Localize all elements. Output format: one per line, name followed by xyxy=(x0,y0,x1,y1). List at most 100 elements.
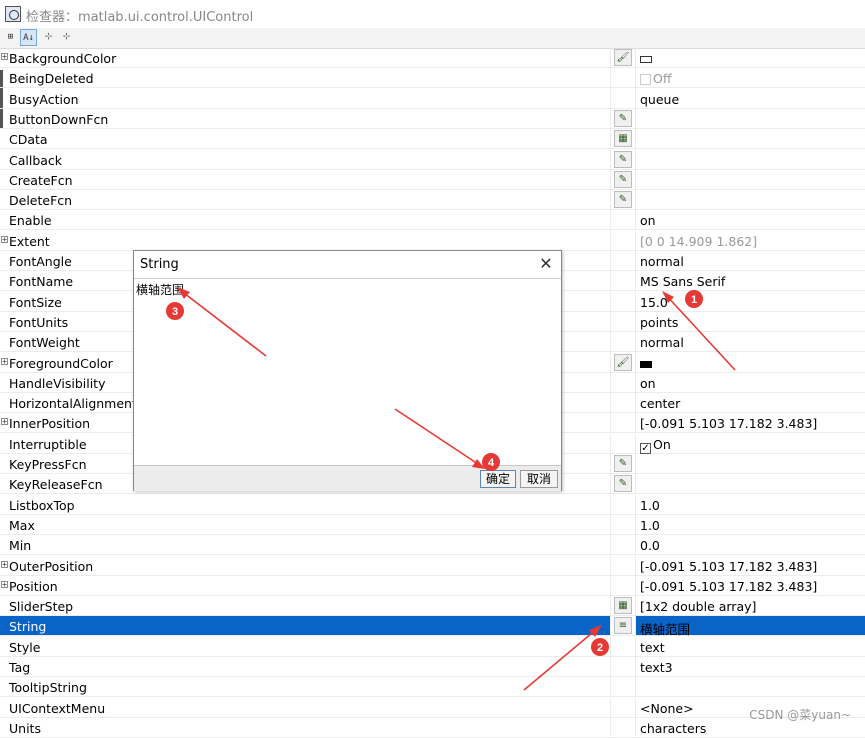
property-value[interactable]: <None> xyxy=(640,701,694,716)
property-value[interactable]: characters xyxy=(640,721,706,736)
property-name: CData xyxy=(9,132,48,147)
property-row-max[interactable]: Max 1.0 xyxy=(0,515,865,535)
close-icon[interactable]: ✕ xyxy=(537,255,555,273)
property-name: FontSize xyxy=(9,295,62,310)
property-value[interactable]: on xyxy=(640,376,656,391)
property-row-sliderstep[interactable]: SliderStep ▦ [1x2 double array] xyxy=(0,596,865,616)
property-row-enable[interactable]: Enable on xyxy=(0,210,865,230)
property-row-cdata[interactable]: CData ▦ xyxy=(0,129,865,149)
property-row-style[interactable]: Style text xyxy=(0,637,865,657)
expand-toggle-icon[interactable]: + xyxy=(1,358,8,366)
property-value[interactable]: [-0.091 5.103 17.182 3.483] xyxy=(640,559,817,574)
property-name: Position xyxy=(9,579,58,594)
expand-toggle-icon[interactable]: + xyxy=(1,581,8,589)
property-name: Max xyxy=(9,518,35,533)
editor-cell xyxy=(610,89,636,108)
property-value[interactable]: on xyxy=(640,213,656,228)
property-value[interactable]: MS Sans Serif xyxy=(640,274,725,289)
property-row-position[interactable]: + Position [-0.091 5.103 17.182 3.483] xyxy=(0,576,865,596)
property-value-text: [-0.091 5.103 17.182 3.483] xyxy=(640,579,818,594)
property-value[interactable] xyxy=(640,356,655,371)
property-value-text: [1x2 double array] xyxy=(640,599,757,614)
editor-cell xyxy=(610,68,636,87)
property-value[interactable]: queue xyxy=(640,92,679,107)
property-value[interactable]: ✓ On xyxy=(640,437,671,454)
editor-cell xyxy=(610,657,636,676)
property-value-text: 0.0 xyxy=(640,538,660,553)
string-textarea[interactable]: 横轴范围 xyxy=(136,281,184,298)
editor-cell xyxy=(610,251,636,270)
collapse-all-button[interactable]: ⊹ xyxy=(58,29,75,46)
color-editor-icon[interactable]: 🖌 xyxy=(614,354,632,371)
property-row-extent[interactable]: + Extent [0 0 14.909 1.862] xyxy=(0,231,865,251)
property-value-text: 1.0 xyxy=(640,498,660,513)
property-row-buttondownfcn[interactable]: ButtonDownFcn ✎ xyxy=(0,109,865,129)
property-value-text: On xyxy=(653,437,671,452)
property-row-uicontextmenu[interactable]: UIContextMenu <None> xyxy=(0,698,865,718)
property-value-text: text3 xyxy=(640,660,673,675)
array-editor-icon[interactable]: ▦ xyxy=(614,130,632,147)
property-value[interactable]: [-0.091 5.103 17.182 3.483] xyxy=(640,416,817,431)
editor-cell xyxy=(610,271,636,290)
sort-alphabetical-button[interactable]: A↓ xyxy=(20,29,37,46)
property-row-units[interactable]: Units characters xyxy=(0,718,865,738)
property-value[interactable]: [0 0 14.909 1.862] xyxy=(640,234,757,249)
property-row-deletefcn[interactable]: DeleteFcn ✎ xyxy=(0,190,865,210)
property-value[interactable]: 横轴范围 xyxy=(640,619,690,638)
property-row-busyaction[interactable]: BusyAction queue xyxy=(0,89,865,109)
fcn-editor-icon[interactable]: ✎ xyxy=(614,191,632,208)
property-row-outerposition[interactable]: + OuterPosition [-0.091 5.103 17.182 3.483… xyxy=(0,556,865,576)
property-value[interactable]: Off xyxy=(640,71,671,86)
ok-button[interactable]: 确定 xyxy=(480,470,516,488)
property-row-tag[interactable]: Tag text3 xyxy=(0,657,865,677)
property-value[interactable]: normal xyxy=(640,254,684,269)
expand-all-button[interactable]: ⊹ xyxy=(40,29,57,46)
property-value-text: 1.0 xyxy=(640,518,660,533)
property-name: ForegroundColor xyxy=(9,356,113,371)
text-editor-icon[interactable]: ≡ xyxy=(614,617,632,634)
property-row-backgroundcolor[interactable]: + BackgroundColor 🖌 xyxy=(0,48,865,68)
property-value[interactable]: points xyxy=(640,315,678,330)
fcn-editor-icon[interactable]: ✎ xyxy=(614,475,632,492)
property-value[interactable] xyxy=(640,51,655,66)
property-name: ListboxTop xyxy=(9,498,75,513)
expand-toggle-icon[interactable]: + xyxy=(1,236,8,244)
property-name: String xyxy=(9,619,47,634)
property-value[interactable]: 1.0 xyxy=(640,518,660,533)
property-row-listboxtop[interactable]: ListboxTop 1.0 xyxy=(0,495,865,515)
color-editor-icon[interactable]: 🖌 xyxy=(614,49,632,66)
property-row-callback[interactable]: Callback ✎ xyxy=(0,150,865,170)
checkbox[interactable]: ✓ xyxy=(640,443,651,454)
editor-cell xyxy=(610,393,636,412)
checkbox[interactable] xyxy=(640,74,651,85)
fcn-editor-icon[interactable]: ✎ xyxy=(614,151,632,168)
expand-toggle-icon[interactable]: + xyxy=(1,561,8,569)
expand-toggle-icon[interactable]: + xyxy=(1,53,8,61)
property-row-beingdeleted[interactable]: BeingDeleted Off xyxy=(0,68,865,88)
property-row-tooltipstring[interactable]: TooltipString xyxy=(0,677,865,697)
property-value[interactable]: [1x2 double array] xyxy=(640,599,756,614)
property-name: BackgroundColor xyxy=(9,51,117,66)
property-value[interactable]: text3 xyxy=(640,660,673,675)
property-row-min[interactable]: Min 0.0 xyxy=(0,535,865,555)
property-value[interactable]: text xyxy=(640,640,665,655)
fcn-editor-icon[interactable]: ✎ xyxy=(614,455,632,472)
editor-cell: 🖌 xyxy=(610,48,636,67)
array-editor-icon[interactable]: ▦ xyxy=(614,597,632,614)
sort-by-category-button[interactable]: ⊞ xyxy=(2,29,19,46)
property-row-string[interactable]: String ≡ 横轴范围 xyxy=(0,616,865,638)
property-value[interactable]: normal xyxy=(640,335,684,350)
fcn-editor-icon[interactable]: ✎ xyxy=(614,110,632,127)
property-value[interactable]: 15.0 xyxy=(640,295,668,310)
property-value[interactable]: 0.0 xyxy=(640,538,660,553)
editor-cell xyxy=(610,332,636,351)
property-value[interactable]: 1.0 xyxy=(640,498,660,513)
property-value-text: center xyxy=(640,396,681,411)
cancel-button[interactable]: 取消 xyxy=(520,470,558,488)
property-value[interactable]: center xyxy=(640,396,680,411)
property-row-createfcn[interactable]: CreateFcn ✎ xyxy=(0,170,865,190)
expand-toggle-icon[interactable]: + xyxy=(1,418,8,426)
fcn-editor-icon[interactable]: ✎ xyxy=(614,171,632,188)
color-swatch xyxy=(640,56,652,63)
property-value[interactable]: [-0.091 5.103 17.182 3.483] xyxy=(640,579,817,594)
